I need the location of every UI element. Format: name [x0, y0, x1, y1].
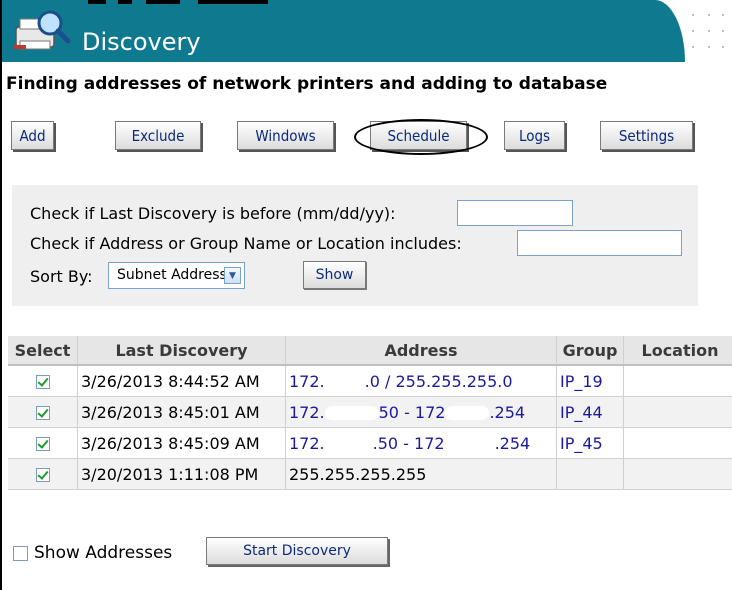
group-link[interactable]: IP_19	[556, 365, 624, 397]
last-discovery-cell: 3/26/2013 8:44:52 AM	[77, 365, 286, 397]
column-header-group[interactable]: Group	[556, 336, 624, 366]
address-link[interactable]: 172. .50 - 172 .254	[285, 427, 557, 459]
add-button[interactable]: Add	[11, 121, 54, 150]
address-part: .254	[494, 433, 531, 453]
redaction-mask	[324, 406, 379, 420]
column-header-select[interactable]: Select	[8, 336, 78, 366]
column-header-last-discovery[interactable]: Last Discovery	[77, 336, 286, 366]
row-select-checkbox[interactable]	[35, 375, 50, 389]
redaction-mask	[444, 437, 495, 451]
sort-by-select[interactable]: Subnet Address ▼	[108, 262, 245, 289]
group-link[interactable]: IP_45	[556, 427, 624, 459]
address-part: .0 / 255.255.255.0	[364, 371, 513, 391]
location-cell	[623, 427, 732, 459]
exclude-button[interactable]: Exclude	[115, 121, 201, 150]
last-discovery-cell: 3/20/2013 1:11:08 PM	[77, 458, 286, 490]
start-discovery-button[interactable]: Start Discovery	[206, 537, 388, 565]
redaction-mask	[324, 437, 373, 451]
windows-button[interactable]: Windows	[237, 121, 334, 150]
show-button[interactable]: Show	[303, 261, 366, 289]
table-header-row: Select Last Discovery Address Group Loca…	[8, 336, 732, 366]
row-select-cell	[8, 427, 78, 459]
discovery-table: Select Last Discovery Address Group Loca…	[8, 336, 732, 490]
column-header-address[interactable]: Address	[285, 336, 557, 366]
address-filter-input[interactable]	[517, 230, 682, 256]
table-row[interactable]: 3/20/2013 1:11:08 PM 255.255.255.255	[8, 458, 732, 490]
show-addresses-toggle[interactable]: Show Addresses	[13, 543, 172, 563]
group-link[interactable]: IP_44	[556, 396, 624, 428]
address-part: 50 - 172	[378, 402, 446, 422]
address-link[interactable]: 172. 50 - 172 .254	[285, 396, 557, 428]
location-cell	[623, 365, 732, 397]
location-cell	[623, 458, 732, 490]
table-row[interactable]: 3/26/2013 8:45:09 AM 172. .50 - 172 .254 I…	[8, 427, 732, 459]
page-title: Discovery	[82, 28, 201, 56]
group-cell	[556, 458, 624, 490]
row-select-checkbox[interactable]	[35, 437, 50, 451]
schedule-highlight-ellipse	[354, 119, 488, 155]
show-addresses-checkbox[interactable]	[13, 545, 28, 561]
row-select-checkbox[interactable]	[35, 406, 50, 420]
address-filter-label: Check if Address or Group Name or Locati…	[30, 234, 462, 253]
decorative-dots	[688, 10, 728, 60]
page-left-border	[0, 0, 2, 590]
row-select-cell	[8, 458, 78, 490]
table-row[interactable]: 3/26/2013 8:44:52 AM 172. .0 / 255.255.25…	[8, 365, 732, 397]
filter-panel: Check if Last Discovery is before (mm/dd…	[12, 185, 698, 306]
address-part: .254	[489, 402, 526, 422]
last-discovery-cell: 3/26/2013 8:45:09 AM	[77, 427, 286, 459]
logs-button[interactable]: Logs	[504, 121, 565, 150]
sort-by-value: Subnet Address	[117, 267, 227, 283]
show-addresses-label: Show Addresses	[34, 543, 173, 563]
settings-button[interactable]: Settings	[600, 121, 693, 150]
address-link[interactable]: 172. .0 / 255.255.255.0	[285, 365, 557, 397]
last-discovery-cell: 3/26/2013 8:45:01 AM	[77, 396, 286, 428]
last-discovery-input[interactable]	[457, 200, 573, 226]
header-top-lines	[88, 0, 278, 4]
address-part: 172.	[289, 433, 325, 453]
address-part: .50 - 172	[372, 433, 445, 453]
chevron-down-icon[interactable]: ▼	[224, 267, 241, 284]
redaction-mask	[324, 375, 365, 389]
table-row[interactable]: 3/26/2013 8:45:01 AM 172. 50 - 172 .254 IP…	[8, 396, 732, 428]
discovery-logo-icon	[10, 5, 72, 55]
column-header-location[interactable]: Location	[623, 336, 732, 366]
redaction-mask	[445, 406, 490, 420]
page-subtitle: Finding addresses of network printers an…	[6, 74, 608, 94]
address-part: 172.	[289, 371, 325, 391]
last-discovery-label: Check if Last Discovery is before (mm/dd…	[30, 204, 396, 223]
row-select-cell	[8, 396, 78, 428]
sort-by-label: Sort By:	[30, 267, 93, 286]
address-cell: 255.255.255.255	[285, 458, 557, 490]
address-part: 172.	[289, 402, 325, 422]
row-select-cell	[8, 365, 78, 397]
location-cell	[623, 396, 732, 428]
row-select-checkbox[interactable]	[35, 468, 50, 482]
